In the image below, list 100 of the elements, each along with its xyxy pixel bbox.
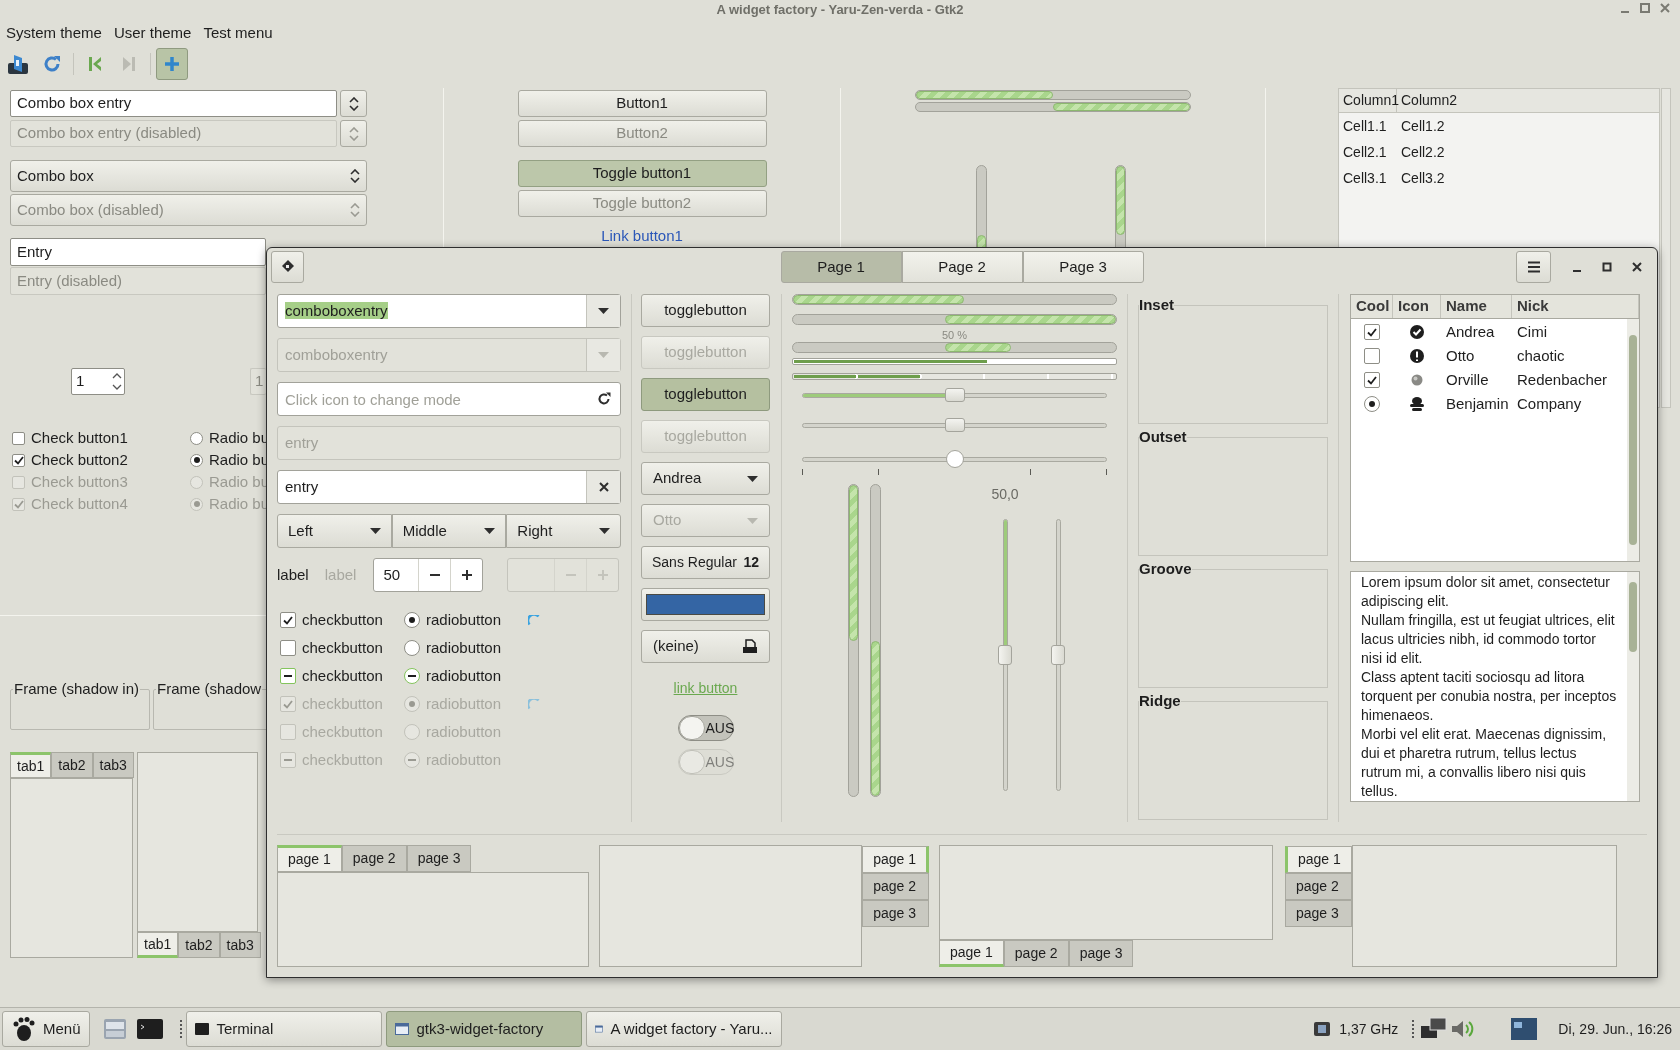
refresh-icon[interactable] bbox=[597, 392, 611, 406]
entry-field[interactable]: entry bbox=[277, 470, 621, 504]
color-button[interactable] bbox=[641, 588, 770, 621]
file-chooser-button[interactable]: (keine) bbox=[641, 630, 770, 663]
scrollbar[interactable] bbox=[1627, 572, 1639, 801]
document-icon bbox=[742, 639, 758, 654]
warning-icon bbox=[1409, 348, 1425, 364]
tab[interactable]: page 2 bbox=[862, 873, 929, 900]
slider-thumb[interactable] bbox=[998, 645, 1012, 665]
dropdown-button[interactable] bbox=[340, 90, 367, 117]
checkbox[interactable] bbox=[280, 668, 296, 684]
check-icon bbox=[283, 615, 293, 625]
tab[interactable]: tab3 bbox=[92, 752, 134, 778]
slider-thumb[interactable] bbox=[944, 418, 965, 432]
link-button[interactable]: Link button1 bbox=[601, 227, 683, 244]
minimize-icon[interactable] bbox=[1620, 11, 1630, 13]
column-header[interactable]: Cool bbox=[1351, 295, 1393, 318]
tab[interactable]: page 1 bbox=[277, 845, 342, 872]
spin-field[interactable]: 50 bbox=[373, 558, 484, 592]
combo-box[interactable]: Right bbox=[506, 514, 621, 548]
checkbox-label: Check button2 bbox=[31, 449, 128, 470]
radio-button[interactable] bbox=[404, 612, 420, 628]
tab[interactable]: page 1 bbox=[862, 846, 929, 873]
column-header[interactable]: Column2 bbox=[1397, 89, 1659, 112]
spin-field[interactable]: 1 bbox=[71, 368, 125, 395]
tab[interactable]: page 1 bbox=[1285, 846, 1352, 873]
menu-item[interactable]: System theme bbox=[6, 21, 102, 45]
stack-tab[interactable]: Page 2 bbox=[901, 251, 1023, 283]
entry-field[interactable]: Entry bbox=[10, 238, 266, 266]
tab[interactable]: page 2 bbox=[1003, 940, 1069, 967]
taskbar-button[interactable]: gtk3-widget-factory bbox=[385, 1011, 582, 1047]
menu-button[interactable] bbox=[1516, 251, 1551, 283]
tab[interactable]: tab1 bbox=[10, 752, 52, 778]
push-button[interactable]: Button1 bbox=[517, 90, 767, 117]
toggle-button[interactable]: togglebutton bbox=[641, 294, 770, 327]
checkbox[interactable] bbox=[12, 453, 25, 467]
stack-tab[interactable]: Page 3 bbox=[1022, 251, 1144, 283]
label-text: label bbox=[277, 564, 309, 585]
radio-button[interactable] bbox=[190, 431, 203, 445]
tab[interactable]: page 1 bbox=[939, 940, 1004, 967]
toggle-switch[interactable]: AUS bbox=[677, 715, 734, 741]
checkbox[interactable] bbox=[12, 431, 25, 445]
combo-box[interactable]: Left bbox=[277, 514, 392, 548]
combo-entry-field[interactable]: comboboxentry bbox=[277, 294, 621, 328]
menu-item[interactable]: User theme bbox=[113, 21, 192, 45]
plus-icon[interactable] bbox=[460, 569, 473, 581]
tab[interactable]: page 3 bbox=[406, 845, 472, 872]
checkbox[interactable] bbox=[1364, 324, 1380, 340]
terminal-icon[interactable] bbox=[135, 1017, 164, 1041]
maximize-icon[interactable] bbox=[1640, 3, 1650, 13]
header-button[interactable] bbox=[271, 251, 304, 283]
combo-entry-field[interactable]: Combo box entry bbox=[10, 90, 337, 117]
radio-button[interactable] bbox=[404, 640, 420, 656]
clock: Di, 29. Jun., 16:26 bbox=[1558, 1019, 1672, 1039]
toggle-button[interactable]: togglebutton bbox=[641, 378, 770, 411]
spinner-icon bbox=[528, 614, 540, 626]
tab[interactable]: page 2 bbox=[1285, 873, 1352, 900]
slider-thumb[interactable] bbox=[944, 388, 965, 402]
tab[interactable]: tab3 bbox=[219, 932, 261, 958]
combo-box[interactable]: Andrea bbox=[641, 462, 770, 495]
checkbox[interactable] bbox=[280, 640, 296, 656]
close-icon[interactable] bbox=[1660, 3, 1670, 13]
tab[interactable]: tab2 bbox=[178, 932, 220, 958]
clear-button[interactable] bbox=[586, 471, 620, 503]
checkbox-label: checkbutton bbox=[302, 637, 383, 658]
up-down-chevron-icon bbox=[348, 96, 359, 111]
tab[interactable]: page 3 bbox=[1285, 900, 1352, 927]
menu-item[interactable]: Test menu bbox=[203, 21, 273, 45]
slider-thumb[interactable] bbox=[945, 450, 964, 468]
taskbar-button[interactable]: A widget factory - Yaru... bbox=[585, 1011, 782, 1047]
tab[interactable]: tab2 bbox=[51, 752, 93, 778]
tab[interactable]: page 3 bbox=[1068, 940, 1134, 967]
radio-button[interactable] bbox=[404, 668, 420, 684]
desktop-icon[interactable] bbox=[1510, 1016, 1539, 1042]
stack-tab[interactable]: Page 1 bbox=[780, 251, 902, 283]
combo-box[interactable]: Combo box bbox=[10, 160, 367, 192]
scrollbar[interactable] bbox=[1661, 88, 1671, 408]
column-header[interactable]: Icon bbox=[1393, 295, 1441, 318]
radio-button[interactable] bbox=[190, 453, 203, 467]
tab[interactable]: page 3 bbox=[862, 900, 929, 927]
toggle-button[interactable]: Toggle button1 bbox=[517, 160, 767, 187]
checkbox[interactable] bbox=[1364, 372, 1380, 388]
start-menu-button[interactable]: Menü bbox=[2, 1011, 90, 1047]
caret-icon bbox=[599, 528, 610, 534]
scrollbar[interactable] bbox=[1627, 319, 1639, 561]
taskbar-button[interactable]: Terminal bbox=[185, 1011, 382, 1047]
checkbox[interactable] bbox=[1364, 348, 1380, 364]
font-button[interactable]: Sans Regular 12 bbox=[641, 546, 770, 579]
tab[interactable]: page 2 bbox=[341, 845, 407, 872]
combo-box[interactable]: Middle bbox=[391, 514, 507, 548]
column-header[interactable]: Name bbox=[1441, 295, 1512, 318]
checkbox-label: checkbutton bbox=[302, 665, 383, 686]
drawer-icon[interactable] bbox=[101, 1016, 128, 1042]
column-header[interactable]: Nick bbox=[1512, 295, 1639, 318]
tab[interactable]: tab1 bbox=[137, 932, 179, 958]
checkbox[interactable] bbox=[280, 612, 296, 628]
column-header[interactable]: Column1 bbox=[1339, 89, 1397, 112]
radio-button[interactable] bbox=[1364, 396, 1380, 412]
entry-field[interactable]: Click icon to change mode bbox=[277, 382, 621, 416]
slider-thumb[interactable] bbox=[1051, 645, 1065, 665]
